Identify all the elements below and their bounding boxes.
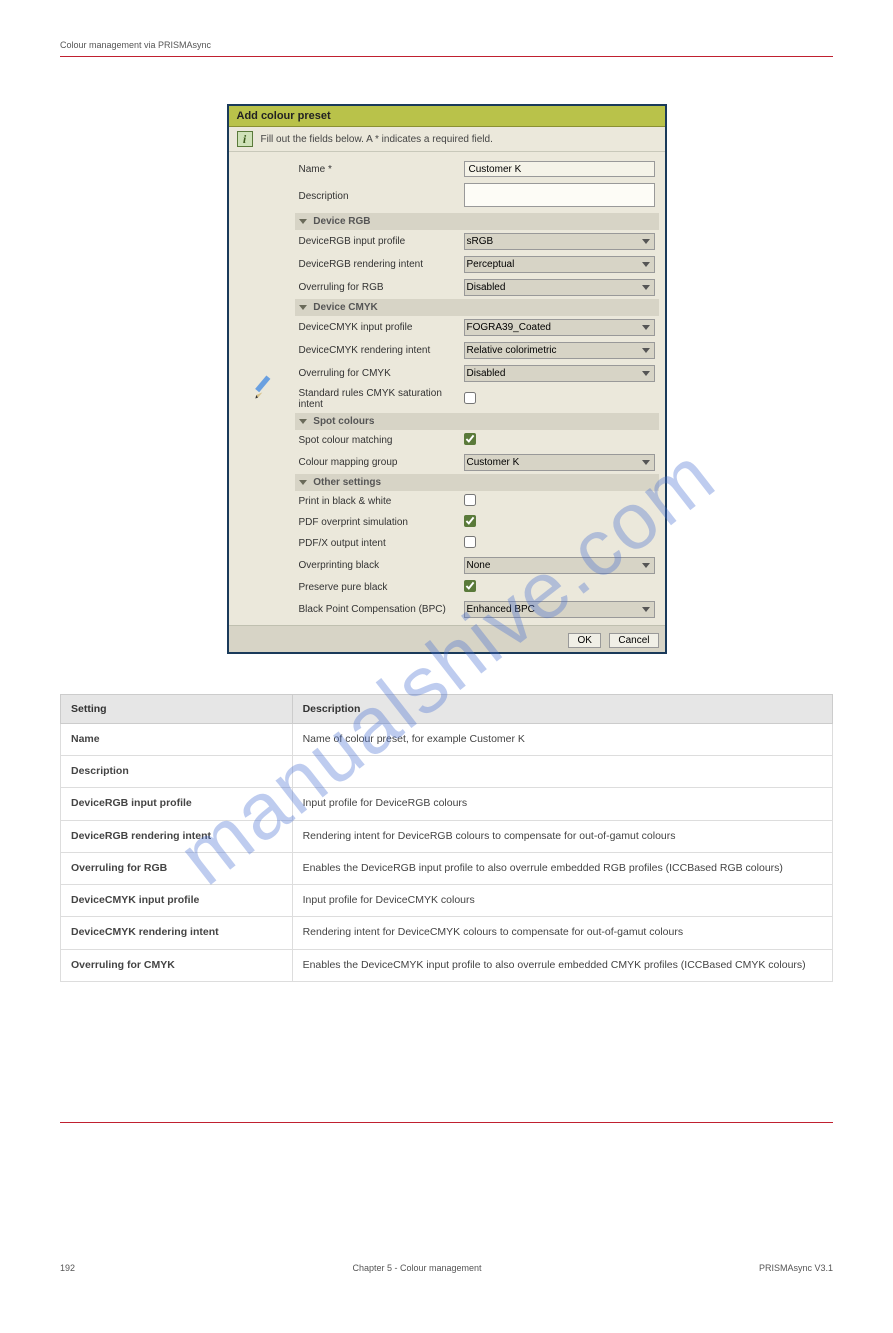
name-label: Name * [295, 158, 460, 180]
cmyk-rendering-intent-label: DeviceCMYK rendering intent [295, 339, 460, 362]
cmyk-overruling-select[interactable]: Disabled [464, 365, 655, 382]
rgb-rendering-intent-label: DeviceRGB rendering intent [295, 253, 460, 276]
bpc-label: Black Point Compensation (BPC) [295, 598, 460, 621]
cell-description: Rendering intent for DeviceRGB colours t… [292, 820, 832, 852]
cell-description: Enables the DeviceCMYK input profile to … [292, 949, 832, 981]
table-row: DeviceRGB input profileInput profile for… [61, 788, 833, 820]
cancel-button[interactable]: Cancel [609, 633, 658, 648]
footer-version: PRISMAsync V3.1 [759, 1263, 833, 1273]
chevron-down-icon [299, 419, 307, 424]
table-row: NameName of colour preset, for example C… [61, 724, 833, 756]
table-row: DeviceRGB rendering intentRendering inte… [61, 820, 833, 852]
rgb-overruling-label: Overruling for RGB [295, 276, 460, 299]
cell-setting: DeviceCMYK rendering intent [61, 917, 293, 949]
chevron-down-icon [299, 305, 307, 310]
preserve-pure-black-check[interactable] [464, 580, 476, 592]
overprinting-black-select[interactable]: None [464, 557, 655, 574]
cell-description: Rendering intent for DeviceCMYK colours … [292, 917, 832, 949]
preserve-pure-black-label: Preserve pure black [295, 577, 460, 598]
section-spot-colours[interactable]: Spot colours [295, 413, 659, 430]
section-spot-colours-title: Spot colours [313, 416, 374, 427]
col-description-header: Description [292, 695, 832, 724]
table-row: DeviceCMYK rendering intentRendering int… [61, 917, 833, 949]
cmyk-rendering-intent-select[interactable]: Relative colorimetric [464, 342, 655, 359]
section-device-rgb-title: Device RGB [313, 216, 370, 227]
add-colour-preset-dialog: Add colour preset i Fill out the fields … [227, 104, 667, 654]
description-input[interactable] [464, 183, 655, 207]
cmyk-standard-rules-label: Standard rules CMYK saturation intent [295, 385, 460, 413]
section-device-cmyk[interactable]: Device CMYK [295, 299, 659, 316]
rgb-rendering-intent-select[interactable]: Perceptual [464, 256, 655, 273]
section-other-settings-title: Other settings [313, 477, 381, 488]
cell-setting: Description [61, 756, 293, 788]
table-row: Overruling for CMYKEnables the DeviceCMY… [61, 949, 833, 981]
rule-bottom [60, 1122, 833, 1123]
chevron-down-icon [299, 480, 307, 485]
pdf-overprint-sim-label: PDF overprint simulation [295, 512, 460, 533]
section-other-settings[interactable]: Other settings [295, 474, 659, 491]
print-bw-check[interactable] [464, 494, 476, 506]
settings-description-table: Setting Description NameName of colour p… [60, 694, 833, 982]
footer-chapter: Chapter 5 - Colour management [352, 1263, 481, 1273]
colour-mapping-group-label: Colour mapping group [295, 451, 460, 474]
cmyk-overruling-label: Overruling for CMYK [295, 362, 460, 385]
cmyk-input-profile-label: DeviceCMYK input profile [295, 316, 460, 339]
section-device-cmyk-title: Device CMYK [313, 302, 377, 313]
colour-mapping-group-select[interactable]: Customer K [464, 454, 655, 471]
rgb-input-profile-label: DeviceRGB input profile [295, 230, 460, 253]
rgb-overruling-select[interactable]: Disabled [464, 279, 655, 296]
dialog-info-bar: i Fill out the fields below. A * indicat… [229, 127, 665, 152]
table-row: Overruling for RGBEnables the DeviceRGB … [61, 852, 833, 884]
pdf-overprint-sim-check[interactable] [464, 515, 476, 527]
cmyk-input-profile-select[interactable]: FOGRA39_Coated [464, 319, 655, 336]
rule-top [60, 56, 833, 57]
pdfx-output-intent-check[interactable] [464, 536, 476, 548]
cell-setting: DeviceRGB input profile [61, 788, 293, 820]
pdfx-output-intent-label: PDF/X output intent [295, 533, 460, 554]
info-icon: i [237, 131, 253, 147]
spot-colour-matching-label: Spot colour matching [295, 430, 460, 451]
bpc-select[interactable]: Enhanced BPC [464, 601, 655, 618]
cell-setting: DeviceCMYK input profile [61, 885, 293, 917]
cell-description: Input profile for DeviceCMYK colours [292, 885, 832, 917]
name-input[interactable] [464, 161, 655, 177]
pencil-icon [251, 374, 279, 402]
cell-setting: Overruling for RGB [61, 852, 293, 884]
table-row: DeviceCMYK input profileInput profile fo… [61, 885, 833, 917]
cell-setting: DeviceRGB rendering intent [61, 820, 293, 852]
cell-description: Input profile for DeviceRGB colours [292, 788, 832, 820]
footer-page-number: 192 [60, 1263, 75, 1273]
print-bw-label: Print in black & white [295, 491, 460, 512]
col-setting-header: Setting [61, 695, 293, 724]
description-label: Description [295, 180, 460, 213]
table-row: Description [61, 756, 833, 788]
cell-description: Enables the DeviceRGB input profile to a… [292, 852, 832, 884]
cell-description: Name of colour preset, for example Custo… [292, 724, 832, 756]
section-device-rgb[interactable]: Device RGB [295, 213, 659, 230]
ok-button[interactable]: OK [568, 633, 600, 648]
dialog-title: Add colour preset [229, 106, 665, 127]
cell-description [292, 756, 832, 788]
page-header-text: Colour management via PRISMAsync [60, 40, 833, 50]
cell-setting: Overruling for CMYK [61, 949, 293, 981]
rgb-input-profile-select[interactable]: sRGB [464, 233, 655, 250]
spot-colour-matching-check[interactable] [464, 433, 476, 445]
dialog-info-text: Fill out the fields below. A * indicates… [261, 134, 493, 145]
cmyk-standard-rules-check[interactable] [464, 392, 476, 404]
overprinting-black-label: Overprinting black [295, 554, 460, 577]
chevron-down-icon [299, 219, 307, 224]
cell-setting: Name [61, 724, 293, 756]
